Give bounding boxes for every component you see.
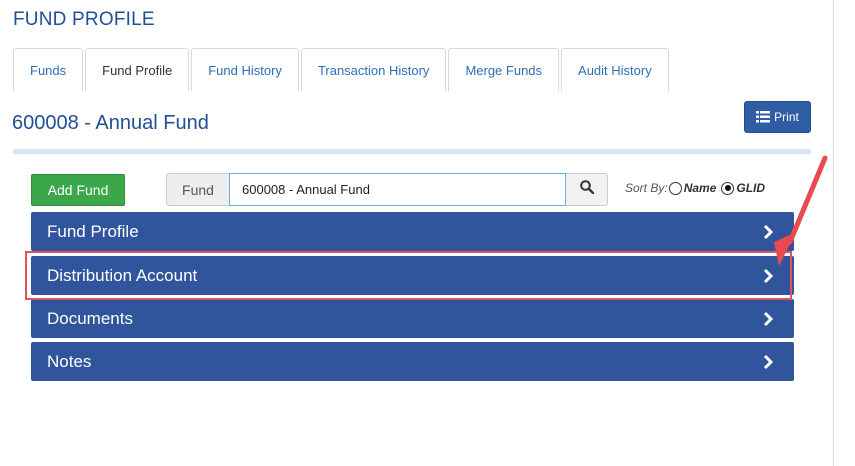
panel-label: Documents bbox=[47, 308, 133, 328]
panel-label: Fund Profile bbox=[47, 221, 139, 241]
sort-glid-radio[interactable] bbox=[721, 181, 735, 195]
tab-bar: Funds Fund Profile Fund History Transact… bbox=[13, 48, 671, 91]
add-fund-button[interactable]: Add Fund bbox=[31, 174, 125, 206]
tab-funds[interactable]: Funds bbox=[13, 48, 84, 91]
fund-search-group: Fund bbox=[166, 173, 608, 206]
search-icon bbox=[579, 180, 594, 199]
panel-documents[interactable]: Documents bbox=[31, 299, 794, 338]
panel-fund-profile[interactable]: Fund Profile bbox=[31, 212, 794, 251]
tab-fund-profile[interactable]: Fund Profile bbox=[85, 48, 190, 91]
distribution-account-highlight bbox=[25, 251, 792, 300]
sort-by-label: Sort By: bbox=[625, 181, 668, 195]
search-button[interactable] bbox=[566, 173, 608, 206]
chevron-right-icon bbox=[762, 311, 774, 332]
sort-name-radio[interactable] bbox=[668, 181, 682, 195]
fund-heading: 600008 - Annual Fund bbox=[12, 112, 209, 134]
print-label: Print bbox=[774, 110, 799, 124]
chevron-right-icon bbox=[762, 354, 774, 375]
tab-transaction-history[interactable]: Transaction History bbox=[300, 48, 447, 91]
fund-field-label: Fund bbox=[166, 173, 229, 206]
tab-audit-history[interactable]: Audit History bbox=[561, 48, 669, 91]
print-button[interactable]: Print bbox=[744, 101, 811, 133]
page-title: FUND PROFILE bbox=[13, 9, 155, 30]
header-divider bbox=[13, 149, 811, 154]
list-icon bbox=[756, 111, 771, 123]
fund-search-input[interactable] bbox=[229, 173, 566, 206]
panel-notes[interactable]: Notes bbox=[31, 342, 794, 381]
sort-name-label: Name bbox=[683, 181, 717, 195]
sort-by-control: Sort By: Name GLID bbox=[625, 181, 769, 195]
tab-fund-history[interactable]: Fund History bbox=[191, 48, 299, 91]
tab-merge-funds[interactable]: Merge Funds bbox=[448, 48, 560, 91]
annotation-arrow bbox=[760, 150, 840, 275]
panel-label: Notes bbox=[47, 351, 92, 371]
